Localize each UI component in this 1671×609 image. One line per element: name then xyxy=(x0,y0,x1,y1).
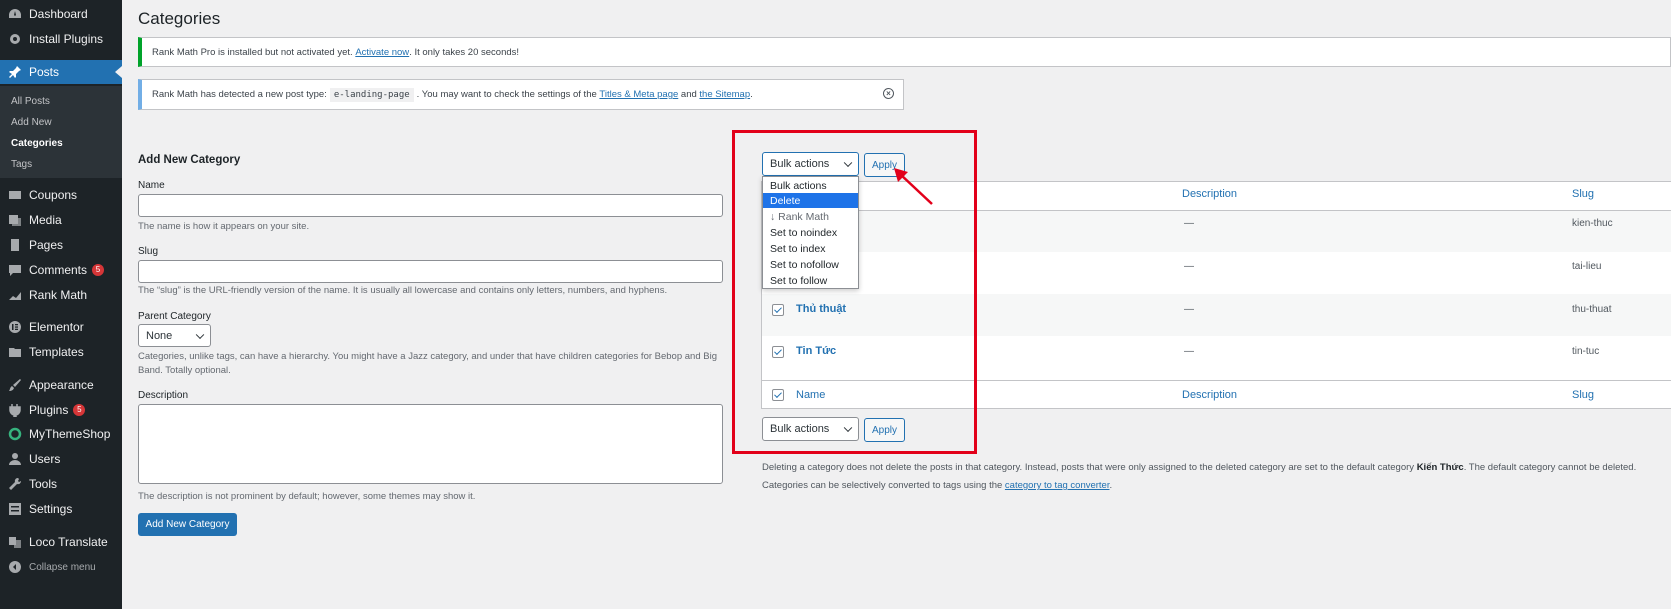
row-description: — xyxy=(1184,261,1194,272)
description-textarea[interactable] xyxy=(138,404,723,484)
add-category-heading: Add New Category xyxy=(138,154,241,166)
menu-users[interactable]: Users xyxy=(0,447,122,471)
slug-help: The “slug” is the URL-friendly version o… xyxy=(138,285,668,296)
menu-install-plugins[interactable]: Install Plugins xyxy=(0,27,122,51)
settings-icon xyxy=(8,502,22,516)
row-slug: kien-thuc xyxy=(1572,218,1613,229)
titles-meta-link[interactable]: Titles & Meta page xyxy=(599,89,678,100)
pushpin-icon xyxy=(8,65,22,79)
menu-loco-translate[interactable]: Loco Translate xyxy=(0,530,122,554)
parent-category-select[interactable]: None xyxy=(138,324,211,347)
row-description: — xyxy=(1184,304,1194,315)
activate-now-link[interactable]: Activate now xyxy=(355,47,409,58)
converter-note: Categories can be selectively converted … xyxy=(762,480,1113,491)
row-slug: thu-thuat xyxy=(1572,304,1612,315)
post-type-notice: Rank Math has detected a new post type: … xyxy=(138,79,904,110)
row-slug: tin-tuc xyxy=(1572,346,1600,357)
comment-icon xyxy=(8,263,22,277)
menu-elementor[interactable]: Elementor xyxy=(0,315,122,339)
slug-input[interactable] xyxy=(138,260,723,283)
name-input[interactable] xyxy=(138,194,723,217)
menu-tools[interactable]: Tools xyxy=(0,472,122,496)
description-help: The description is not prominent by defa… xyxy=(138,491,476,502)
menu-mythemeshop[interactable]: MyThemeShop xyxy=(0,422,122,446)
paintbrush-icon xyxy=(8,378,22,392)
media-icon xyxy=(8,213,22,227)
menu-templates[interactable]: Templates xyxy=(0,340,122,364)
submenu-all-posts[interactable]: All Posts xyxy=(11,96,50,107)
parent-help: Categories, unlike tags, can have a hier… xyxy=(138,351,717,376)
menu-settings[interactable]: Settings xyxy=(0,497,122,521)
rank-math-icon xyxy=(8,288,22,302)
folder-icon xyxy=(8,345,22,359)
submenu-categories[interactable]: Categories xyxy=(11,138,63,149)
submenu-add-new[interactable]: Add New xyxy=(11,117,52,128)
row-description: — xyxy=(1184,346,1194,357)
menu-rank-math[interactable]: Rank Math xyxy=(0,283,122,307)
comments-count-badge: 5 xyxy=(92,264,105,276)
column-description-footer[interactable]: Description xyxy=(1182,389,1237,401)
column-slug-header[interactable]: Slug xyxy=(1572,188,1594,200)
gear-icon xyxy=(8,32,22,46)
dashboard-icon xyxy=(8,7,22,21)
menu-coupons[interactable]: Coupons xyxy=(0,183,122,207)
menu-plugins[interactable]: Plugins 5 xyxy=(0,398,122,422)
plugins-count-badge: 5 xyxy=(73,404,86,416)
submenu-tags[interactable]: Tags xyxy=(11,159,32,170)
mythemeshop-icon xyxy=(8,427,22,441)
coupon-icon xyxy=(8,188,22,202)
translate-icon xyxy=(8,535,22,549)
add-new-category-button[interactable]: Add New Category xyxy=(138,513,237,536)
delete-note: Deleting a category does not delete the … xyxy=(762,462,1637,473)
post-type-code: e-landing-page xyxy=(329,87,414,102)
menu-appearance[interactable]: Appearance xyxy=(0,373,122,397)
name-help: The name is how it appears on your site. xyxy=(138,221,310,232)
parent-category-label: Parent Category xyxy=(138,311,211,322)
wrench-icon xyxy=(8,477,22,491)
elementor-icon xyxy=(8,320,22,334)
collapse-arrow-icon xyxy=(8,560,22,574)
dismiss-notice-icon[interactable]: × xyxy=(883,88,894,99)
page-title: Categories xyxy=(138,9,221,28)
row-slug: tai-lieu xyxy=(1572,261,1602,272)
menu-posts[interactable]: Posts xyxy=(0,60,122,84)
user-icon xyxy=(8,452,22,466)
name-label: Name xyxy=(138,180,165,191)
menu-pages[interactable]: Pages xyxy=(0,233,122,257)
rank-math-pro-notice: Rank Math Pro is installed but not activ… xyxy=(138,37,1671,67)
chevron-down-icon xyxy=(195,330,205,339)
posts-submenu: All Posts Add New Categories Tags xyxy=(0,86,122,178)
pages-icon xyxy=(8,238,22,252)
category-to-tag-converter-link[interactable]: category to tag converter xyxy=(1005,480,1110,491)
sitemap-link[interactable]: the Sitemap xyxy=(699,89,750,100)
row-description: — xyxy=(1184,218,1194,229)
highlight-box xyxy=(732,130,977,454)
menu-media[interactable]: Media xyxy=(0,208,122,232)
collapse-menu-button[interactable]: Collapse menu xyxy=(0,555,122,579)
column-description-header[interactable]: Description xyxy=(1182,188,1237,200)
column-slug-footer[interactable]: Slug xyxy=(1572,389,1594,401)
slug-label: Slug xyxy=(138,246,159,257)
plug-icon xyxy=(8,403,22,417)
description-label: Description xyxy=(138,390,189,401)
menu-dashboard[interactable]: Dashboard xyxy=(0,2,122,26)
admin-sidebar: Dashboard Install Plugins Posts All Post… xyxy=(0,0,122,609)
annotation-arrow-icon xyxy=(894,168,933,205)
menu-comments[interactable]: Comments 5 xyxy=(0,258,122,282)
